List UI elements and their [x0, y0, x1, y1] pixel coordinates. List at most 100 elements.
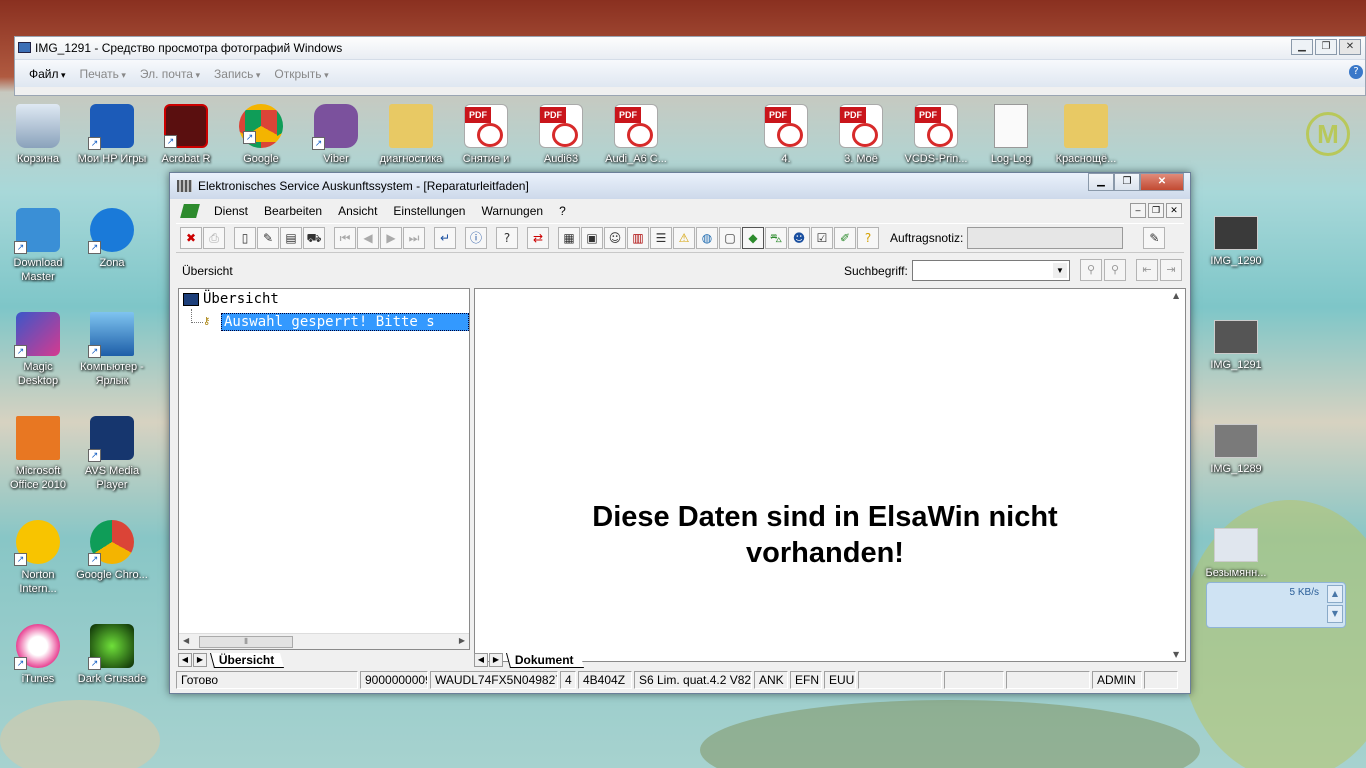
close-button[interactable]: ✕	[1339, 39, 1361, 55]
technician-icon[interactable]: ☺	[604, 227, 626, 249]
new-document-icon[interactable]: ▯	[234, 227, 256, 249]
tree-root[interactable]: Übersicht	[183, 291, 279, 307]
question-note-icon[interactable]: ?	[857, 227, 879, 249]
exit-icon[interactable]: ✖	[180, 227, 202, 249]
tab-document[interactable]: Dokument	[505, 652, 584, 668]
desktop-icon-norton[interactable]: ↗ Norton Intern...	[2, 520, 74, 596]
menu-help[interactable]: ?	[551, 204, 574, 218]
menu-burn[interactable]: Запись	[214, 67, 260, 81]
collapse-icon[interactable]: ⇤	[1136, 259, 1158, 281]
desktop-icon-diagnostics-folder[interactable]: диагностика	[375, 104, 447, 166]
book-icon[interactable]: ◆	[742, 227, 764, 249]
desktop-icon-img-1289[interactable]: IMG_1289	[1200, 424, 1272, 476]
desktop-icon-viber[interactable]: ↗ Viber	[300, 104, 372, 166]
desktop-icon-zona[interactable]: ↗ Zona	[76, 208, 148, 270]
minimize-button[interactable]: ▁	[1291, 39, 1313, 55]
back-icon[interactable]: ↵	[434, 227, 456, 249]
list-icon[interactable]: ☰	[650, 227, 672, 249]
tab-scroll-left[interactable]: ◀	[474, 653, 488, 667]
clipboard-icon[interactable]: ▢	[719, 227, 741, 249]
menu-dienst[interactable]: Dienst	[206, 204, 256, 218]
menu-print[interactable]: Печать	[80, 67, 126, 81]
tab-scroll-left[interactable]: ◀	[178, 653, 192, 667]
tree-item-selected[interactable]: ⚷ Auswahl gesperrt! Bitte s	[203, 313, 469, 331]
desktop-icon-itunes[interactable]: ↗ iTunes	[2, 624, 74, 686]
desktop-icon-untitled[interactable]: Безымянн...	[1200, 528, 1272, 580]
globe-icon[interactable]: ◍	[696, 227, 718, 249]
desktop-icon-google[interactable]: ↗ Google	[225, 104, 297, 166]
prev-page-icon[interactable]: ◀	[357, 227, 379, 249]
user-info-icon[interactable]: ☻	[788, 227, 810, 249]
search-forward-icon[interactable]: ⚲	[1080, 259, 1102, 281]
menu-warnungen[interactable]: Warnungen	[473, 204, 551, 218]
close-button[interactable]: ✕	[1140, 173, 1184, 191]
desktop-icon-pdf-3[interactable]: 3. Моё	[825, 104, 897, 166]
desktop-icon-pdf-4[interactable]: 4.	[750, 104, 822, 166]
checklist-icon[interactable]: ☑	[811, 227, 833, 249]
desktop-icon-download-master[interactable]: ↗ Download Master	[2, 208, 74, 284]
vehicle-icon[interactable]: ⛟	[303, 227, 325, 249]
order-note-edit-icon[interactable]: ✎	[1143, 227, 1166, 249]
menu-ansicht[interactable]: Ansicht	[330, 204, 385, 218]
maximize-button[interactable]: ❐	[1315, 39, 1337, 55]
network-up-icon[interactable]: ▲	[1327, 585, 1343, 603]
edit-book-icon[interactable]: ✐	[834, 227, 856, 249]
photo-viewer-titlebar[interactable]: IMG_1291 - Средство просмотра фотографий…	[15, 37, 1365, 59]
car-icon[interactable]: ⛍	[765, 227, 787, 249]
desktop-icon-magic-desktop[interactable]: ↗ Magic Desktop	[2, 312, 74, 388]
package-icon[interactable]: ▣	[581, 227, 603, 249]
scrollbar-thumb[interactable]: ⦀	[199, 636, 293, 648]
calculator-icon[interactable]: ▦	[558, 227, 580, 249]
menu-einstellungen[interactable]: Einstellungen	[385, 204, 473, 218]
tree-horizontal-scrollbar[interactable]: ◀ ⦀ ▶	[179, 633, 469, 649]
search-backward-icon[interactable]: ⚲	[1104, 259, 1126, 281]
order-note-field[interactable]	[967, 227, 1124, 249]
desktop-icon-pdf-audi63[interactable]: Audi63	[525, 104, 597, 166]
info-icon[interactable]: ⓘ	[465, 227, 487, 249]
next-page-icon[interactable]: ▶	[380, 227, 402, 249]
menu-email[interactable]: Эл. почта	[140, 67, 200, 81]
desktop-icon-computer[interactable]: ↗ Компьютер - Ярлык	[76, 312, 148, 388]
menu-file[interactable]: Файл	[29, 67, 66, 81]
last-page-icon[interactable]: ⏭	[403, 227, 425, 249]
desktop-icon-pdf-removal[interactable]: Снятие и	[450, 104, 522, 166]
desktop-icon-dark-crusade[interactable]: ↗ Dark Grusade	[76, 624, 148, 686]
warning-icon[interactable]: ⚠	[673, 227, 695, 249]
desktop-icon-pdf-audi-a6[interactable]: Audi_A6 C...	[600, 104, 672, 166]
desktop-icon-log[interactable]: Log-Log	[975, 104, 1047, 166]
minimize-button[interactable]: ▁	[1088, 173, 1114, 191]
mdi-minimize-button[interactable]: –	[1130, 203, 1146, 218]
menu-open[interactable]: Открыть	[274, 67, 328, 81]
help-icon[interactable]: ?	[1349, 65, 1363, 79]
expand-icon[interactable]: ⇥	[1160, 259, 1182, 281]
network-monitor-widget: 5 KB/s ▲ ▼	[1206, 582, 1346, 628]
desktop-icon-img-1291[interactable]: IMG_1291	[1200, 320, 1272, 372]
notes-icon[interactable]: ▤	[280, 227, 302, 249]
desktop-icon-folder[interactable]: Краснощё...	[1050, 104, 1122, 166]
tab-scroll-right[interactable]: ▶	[489, 653, 503, 667]
desktop-icon-pdf-vcds[interactable]: VCDS-Prin...	[900, 104, 972, 166]
tab-overview[interactable]: Übersicht	[209, 652, 285, 668]
manual-icon[interactable]: ▥	[627, 227, 649, 249]
swap-icon[interactable]: ⇄	[527, 227, 549, 249]
desktop-icon-google-chrome[interactable]: ↗ Google Chro...	[76, 520, 148, 582]
tab-scroll-right[interactable]: ▶	[193, 653, 207, 667]
help-icon[interactable]: ?	[496, 227, 518, 249]
first-page-icon[interactable]: ⏮	[334, 227, 356, 249]
desktop-icon-avs-player[interactable]: ↗ AVS Media Player	[76, 416, 148, 492]
mdi-close-button[interactable]: ✕	[1166, 203, 1182, 218]
search-combobox[interactable]	[912, 260, 1070, 281]
desktop-icon-acrobat[interactable]: ↗ Acrobat R	[150, 104, 222, 166]
desktop-icon-office[interactable]: Microsoft Office 2010	[2, 416, 74, 492]
document-vertical-scrollbar[interactable]: ▲ ▼	[1169, 289, 1185, 661]
desktop-icon-img-1290[interactable]: IMG_1290	[1200, 216, 1272, 268]
print-icon[interactable]: ⎙	[203, 227, 225, 249]
desktop-icon-recycle-bin[interactable]: Корзина	[2, 104, 74, 166]
network-down-icon[interactable]: ▼	[1327, 605, 1343, 623]
edit-document-icon[interactable]: ✎	[257, 227, 279, 249]
menu-bearbeiten[interactable]: Bearbeiten	[256, 204, 330, 218]
mdi-restore-button[interactable]: ❐	[1148, 203, 1164, 218]
maximize-button[interactable]: ❐	[1114, 173, 1140, 191]
elsawin-titlebar[interactable]: Elektronisches Service Auskunftssystem -…	[170, 173, 1190, 199]
desktop-icon-hp-games[interactable]: ↗ Мои HP Игры	[76, 104, 148, 166]
